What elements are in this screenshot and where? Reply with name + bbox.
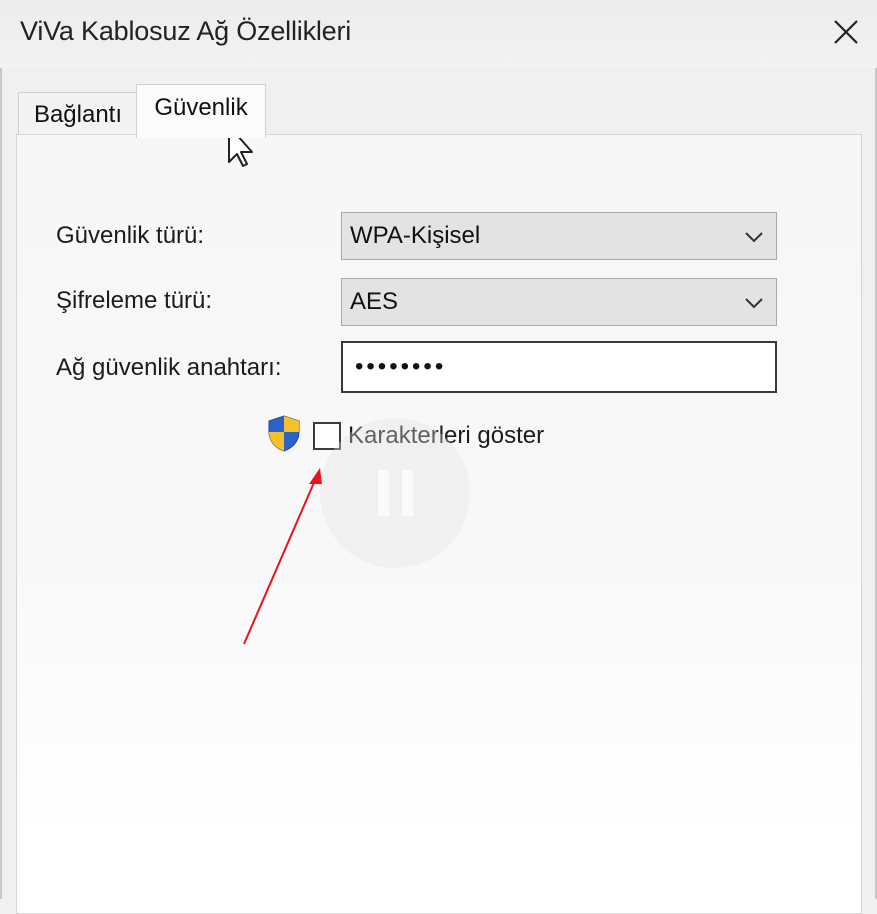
network-key-input[interactable]: ••••••••: [341, 341, 777, 393]
tab-label: Bağlantı: [33, 100, 123, 128]
pause-icon-bar: [402, 470, 413, 516]
tab-label: Güvenlik: [154, 93, 248, 121]
network-key-value: ••••••••: [355, 353, 447, 380]
window-title: ViVa Kablosuz Ağ Özellikleri: [20, 16, 352, 46]
close-button[interactable]: [815, 0, 877, 64]
tab-guvenlik[interactable]: Güvenlik: [136, 84, 266, 138]
security-type-select[interactable]: WPA-Kişisel: [341, 212, 777, 260]
title-bar: ViVa Kablosuz Ağ Özellikleri: [0, 0, 877, 68]
encryption-type-select[interactable]: AES: [341, 278, 777, 326]
encryption-type-value: AES: [350, 288, 399, 315]
video-pause-overlay[interactable]: [320, 418, 470, 568]
chevron-down-icon: [745, 298, 763, 309]
security-type-value: WPA-Kişisel: [350, 222, 481, 249]
network-key-label: Ağ güvenlik anahtarı:: [56, 354, 282, 381]
close-icon: [834, 20, 858, 44]
tab-baglanti[interactable]: Bağlantı: [18, 92, 138, 136]
window-border-left: [0, 68, 2, 899]
security-type-label: Güvenlik türü:: [56, 222, 205, 249]
pause-icon: [378, 470, 389, 516]
chevron-down-icon: [745, 232, 763, 243]
encryption-type-label: Şifreleme türü:: [56, 287, 213, 314]
shield-icon: [268, 415, 300, 452]
